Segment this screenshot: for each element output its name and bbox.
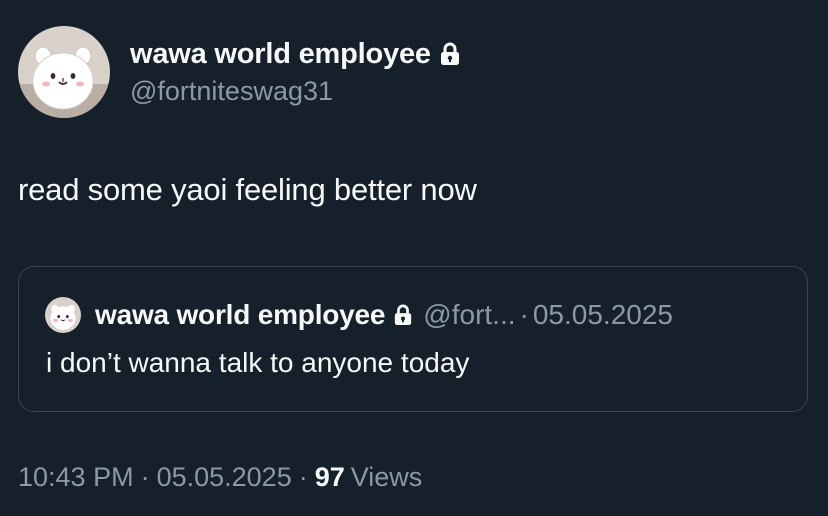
quoted-tweet-header: wawa world employee @fort... · 05.05.202… bbox=[95, 297, 673, 333]
quoted-author-handle: @fort... bbox=[423, 299, 516, 330]
separator-dot: · bbox=[519, 299, 529, 330]
tweet-date[interactable]: 05.05.2025 bbox=[157, 462, 292, 493]
quoted-tweet-date: 05.05.2025 bbox=[532, 299, 673, 330]
author-info: wawa world employee @fortniteswag31 bbox=[130, 36, 461, 107]
quoted-author-display-name: wawa world employee bbox=[95, 299, 386, 330]
views-label: Views bbox=[350, 462, 423, 492]
lock-icon bbox=[439, 42, 461, 66]
separator-dot: · bbox=[140, 462, 150, 492]
hamster-avatar-icon bbox=[45, 297, 81, 333]
tweet-text: read some yaoi feeling better now bbox=[18, 172, 477, 207]
quoted-author-avatar bbox=[45, 297, 81, 333]
author-handle[interactable]: @fortniteswag31 bbox=[130, 76, 461, 107]
quoted-tweet-card[interactable]: wawa world employee @fort... · 05.05.202… bbox=[18, 266, 808, 412]
lock-icon bbox=[393, 304, 413, 326]
views-count[interactable]: 97 bbox=[315, 462, 345, 493]
tweet-time[interactable]: 10:43 PM bbox=[18, 462, 134, 493]
quoted-tweet-text: i don’t wanna talk to anyone today bbox=[46, 347, 470, 378]
tweet-meta: 10:43 PM · 05.05.2025 · 97 Views bbox=[18, 462, 422, 493]
author-avatar[interactable] bbox=[18, 26, 110, 118]
separator-dot: · bbox=[298, 462, 308, 492]
author-display-name[interactable]: wawa world employee bbox=[130, 38, 431, 71]
hamster-avatar-icon bbox=[18, 26, 110, 118]
